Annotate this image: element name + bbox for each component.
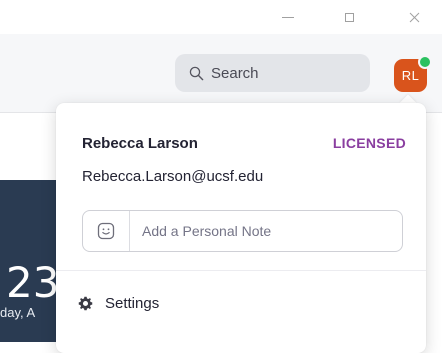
settings-label: Settings [105, 295, 160, 312]
license-badge: LICENSED [332, 135, 406, 151]
settings-menu-item[interactable]: Settings [78, 295, 159, 312]
minimize-icon [282, 16, 294, 18]
status-indicator [418, 55, 432, 69]
avatar-initials: RL [401, 68, 420, 83]
close-icon [409, 12, 419, 22]
emoji-picker-button[interactable] [83, 211, 130, 251]
search-icon [189, 66, 204, 80]
profile-name: Rebecca Larson [82, 135, 198, 152]
window-titlebar [0, 0, 442, 34]
gear-icon [78, 296, 93, 311]
maximize-button[interactable] [327, 0, 371, 34]
close-button[interactable] [392, 0, 436, 34]
maximize-icon [344, 12, 354, 22]
personal-note-input[interactable]: Add a Personal Note [82, 210, 403, 252]
clock-date: day, A [0, 305, 36, 320]
profile-popup: Rebecca Larson LICENSED Rebecca.Larson@u… [56, 103, 426, 353]
top-toolbar: Search [0, 34, 442, 113]
search-button[interactable]: Search [175, 54, 370, 92]
smiley-icon [97, 222, 115, 240]
menu-divider [56, 270, 426, 271]
profile-email: Rebecca.Larson@ucsf.edu [82, 168, 264, 185]
minimize-button[interactable] [266, 0, 310, 34]
personal-note-placeholder: Add a Personal Note [142, 223, 272, 239]
search-label: Search [211, 64, 259, 82]
